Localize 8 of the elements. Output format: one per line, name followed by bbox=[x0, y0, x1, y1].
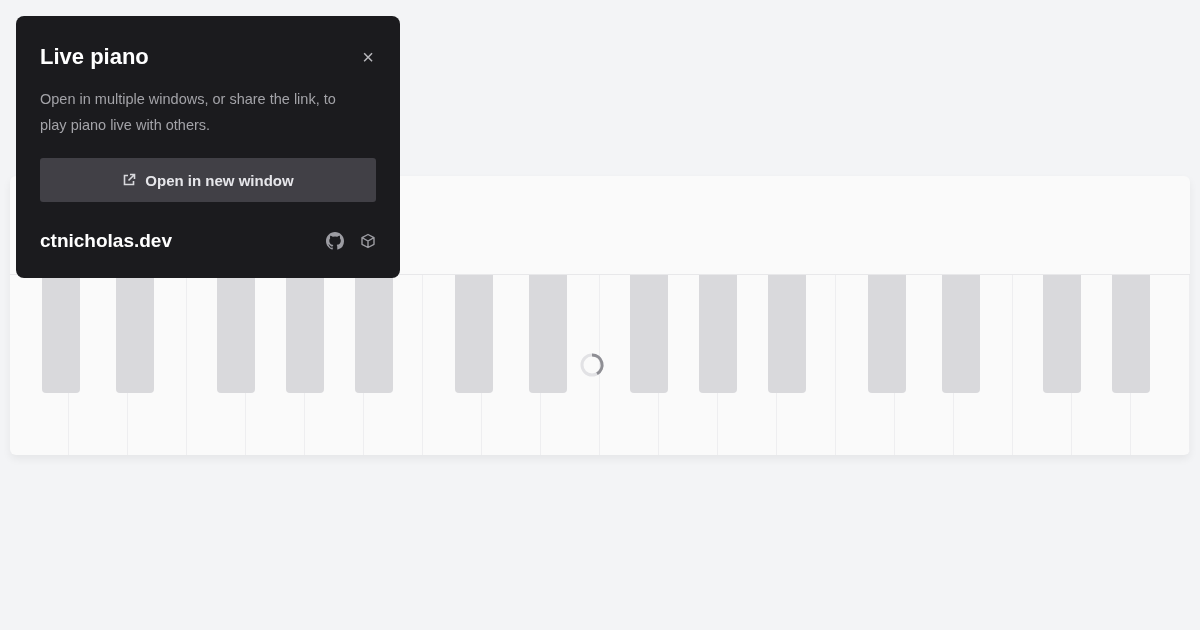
popup-title: Live piano bbox=[40, 44, 149, 70]
site-link[interactable]: ctnicholas.dev bbox=[40, 230, 172, 252]
close-button[interactable]: × bbox=[360, 47, 376, 67]
external-link-icon bbox=[122, 173, 137, 187]
github-icon[interactable] bbox=[326, 232, 344, 250]
open-window-button[interactable]: Open in new window bbox=[40, 158, 376, 202]
popup-description: Open in multiple windows, or share the link, to play piano live with others. bbox=[40, 90, 337, 135]
cube-icon[interactable] bbox=[360, 233, 376, 249]
